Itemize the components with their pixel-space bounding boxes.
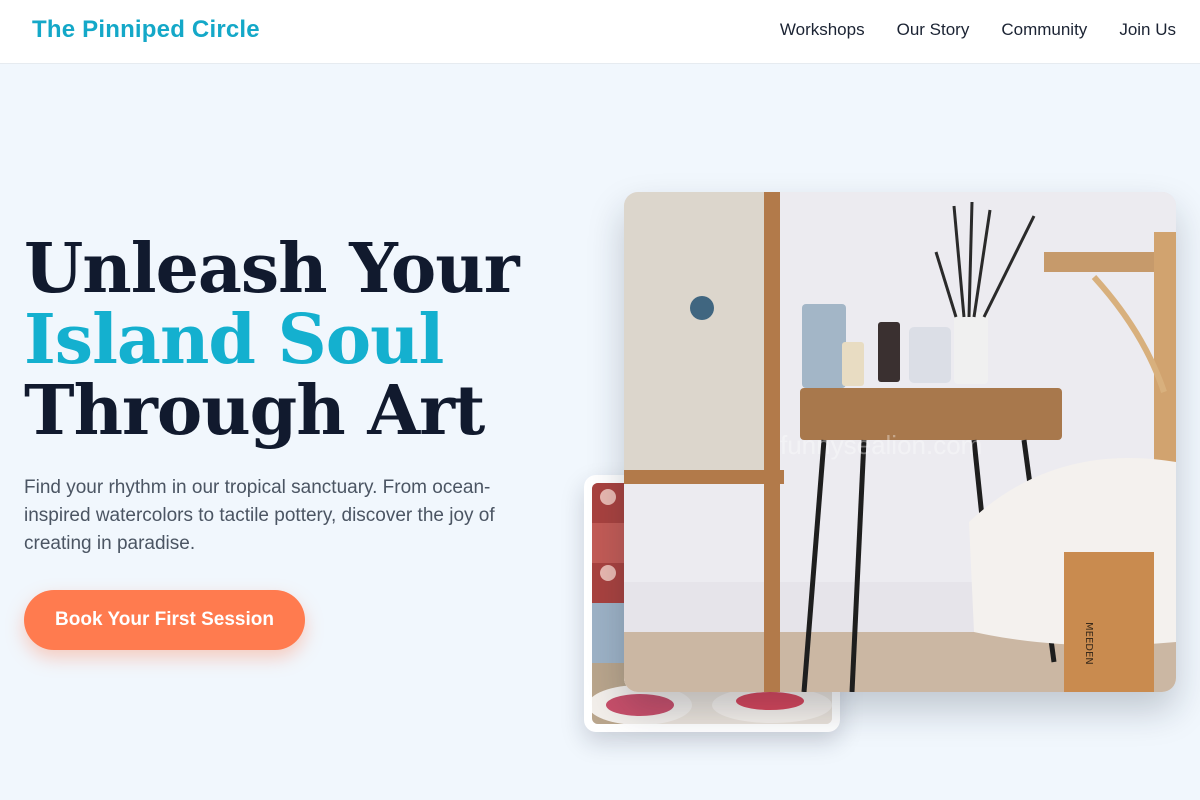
nav-workshops[interactable]: Workshops — [780, 20, 865, 40]
book-session-button[interactable]: Book Your First Session — [24, 590, 305, 650]
hero-title: Unleash Your Island Soul Through Art — [24, 229, 520, 451]
nav-join-us[interactable]: Join Us — [1119, 20, 1176, 40]
hero-title-accent: Island Soul — [24, 300, 444, 380]
image-watermark: funnysealion.com — [780, 430, 982, 460]
nav-community[interactable]: Community — [1001, 20, 1087, 40]
hero-title-line-1: Unleash Your — [24, 229, 520, 309]
art-studio-image: MEEDEN funnysealion.com — [624, 192, 1176, 692]
site-header: The Pinniped Circle Workshops Our Story … — [0, 0, 1200, 64]
hero-title-line-3: Through Art — [24, 371, 485, 451]
brand-logo[interactable]: The Pinniped Circle — [32, 16, 260, 44]
hero-description: Find your rhythm in our tropical sanctua… — [24, 477, 495, 554]
nav-our-story[interactable]: Our Story — [897, 20, 970, 40]
main-nav: Workshops Our Story Community Join Us — [780, 20, 1176, 40]
stool-label: MEEDEN — [1083, 622, 1094, 665]
